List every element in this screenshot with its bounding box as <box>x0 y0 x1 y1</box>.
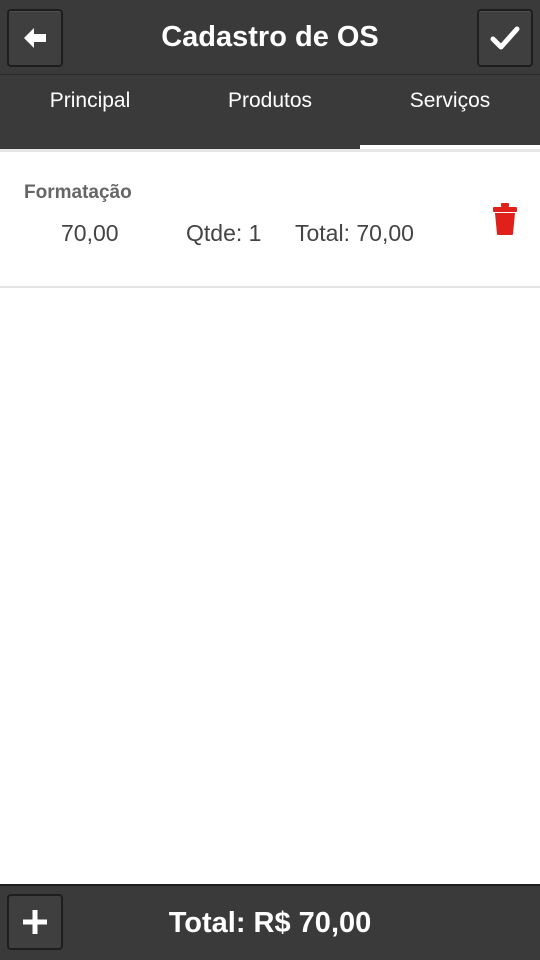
checkmark-icon <box>490 26 520 50</box>
services-list: Formatação 70,00 Qtde: 1 Total: 70,00 <box>0 149 540 884</box>
page-title: Cadastro de OS <box>161 21 379 53</box>
delete-service-button[interactable] <box>492 203 518 240</box>
tab-servicos[interactable]: Serviços <box>360 75 540 149</box>
service-price: 70,00 <box>61 220 119 246</box>
add-service-button[interactable] <box>7 894 63 950</box>
app-root: Cadastro de OS Principal Produtos Serviç… <box>0 0 540 960</box>
tab-principal[interactable]: Principal <box>0 75 180 149</box>
plus-icon <box>23 910 47 934</box>
order-total: Total: R$ 70,00 <box>168 906 372 939</box>
tab-produtos[interactable]: Produtos <box>180 75 360 149</box>
service-quantity: Qtde: 1 <box>186 220 262 246</box>
service-name: Formatação <box>24 182 132 203</box>
arrow-left-icon <box>24 28 46 48</box>
footer-bar: Total: R$ 70,00 <box>0 884 540 960</box>
service-total: Total: 70,00 <box>295 220 414 246</box>
header-bar: Cadastro de OS <box>0 0 540 75</box>
list-item[interactable]: Formatação 70,00 Qtde: 1 Total: 70,00 <box>0 152 540 288</box>
back-button[interactable] <box>7 9 63 67</box>
tab-bar: Principal Produtos Serviços <box>0 75 540 149</box>
trash-icon <box>493 203 517 235</box>
confirm-button[interactable] <box>477 9 533 67</box>
